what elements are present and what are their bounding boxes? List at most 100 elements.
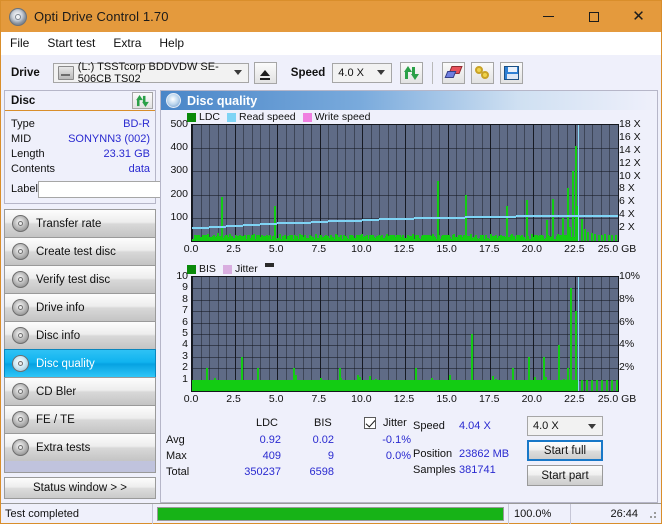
data-bar [231,380,233,391]
disc-row-type-value: BD-R [123,118,150,130]
status-window-button[interactable]: Status window > > [4,477,156,499]
data-bar [570,288,572,391]
data-bar [257,368,259,391]
sidebar-item-label: Verify test disc [36,274,110,286]
position-value: 23862 MB [459,448,509,460]
minimize-button[interactable] [526,1,571,32]
sidebar-item-verify-test-disc[interactable]: Verify test disc [4,265,156,293]
y-axis-tick: 500 [161,118,188,130]
eject-icon [260,70,270,76]
data-bar [287,380,289,391]
stats-row-label-max: Max [166,450,187,462]
start-part-button[interactable]: Start part [527,465,603,486]
start-full-button[interactable]: Start full [527,440,603,461]
y-axis-tick: 5 [161,327,188,339]
menu-item-start-test[interactable]: Start test [47,36,95,50]
data-bar [528,357,530,391]
read-speed-line [294,222,311,224]
right-axis-tick: 18 X [619,118,641,130]
right-axis-tick: 2% [619,361,634,373]
speed-select-value: 4.0 X [338,67,364,79]
save-button[interactable] [500,62,523,84]
gridline-vertical [584,125,585,241]
gridline-vertical [431,125,432,241]
data-bar [354,380,356,391]
bis-plot [191,276,619,392]
maximize-button[interactable] [571,1,616,32]
gridline-vertical [592,125,593,241]
toolbar-separator [432,62,433,84]
eject-button[interactable] [254,62,277,84]
jitter-label: Jitter [383,417,407,429]
stats-jitter-avg: -0.1% [351,434,411,446]
resize-grip[interactable] [646,508,658,520]
disc-panel-title: Disc [11,95,35,107]
gridline-horizontal [192,148,618,149]
data-bar [236,380,238,391]
menu-item-file[interactable]: File [10,36,29,50]
data-bar [295,375,297,391]
y-axis-tick: 100 [161,211,188,223]
stats-header-ldc: LDC [256,417,278,429]
data-bar [506,206,508,241]
menu-bar: File Start test Extra Help [1,32,661,55]
gridline-horizontal [192,334,618,335]
erase-button[interactable] [442,62,465,84]
test-speed-select[interactable]: 4.0 X [527,416,603,436]
gridline-horizontal [192,171,618,172]
data-bar [611,380,613,391]
close-icon: ✕ [632,10,645,24]
data-bar [308,380,310,391]
y-axis-tick: 10 [161,270,188,282]
data-bar [431,378,433,391]
gridline-vertical [235,125,236,241]
speed-label: Speed [291,67,326,79]
sidebar-item-create-test-disc[interactable]: Create test disc [4,237,156,265]
sidebar-item-disc-quality[interactable]: Disc quality [4,349,156,377]
sidebar-item-disc-info[interactable]: Disc info [4,321,156,349]
progress-bar [157,507,504,521]
panel-title: Disc quality [187,94,257,108]
data-bar [497,380,499,391]
gridline-vertical [448,125,449,241]
gridline-vertical [541,125,542,241]
gridline-vertical [320,125,321,241]
data-bar [563,379,565,391]
data-bar [512,368,514,391]
drive-icon [58,66,74,80]
disc-icon [12,271,29,288]
data-bar [581,219,583,241]
data-bar [214,378,216,391]
legend-swatch [227,113,236,122]
data-bar [436,380,438,391]
sidebar-item-drive-info[interactable]: Drive info [4,293,156,321]
speed-stat-label: Speed [413,420,445,432]
disc-row-mid-value: SONYNN3 (002) [68,133,150,145]
right-axis-tick: 6% [619,316,634,328]
disc-refresh-button[interactable] [132,92,153,109]
data-bar [553,380,555,391]
speed-select[interactable]: 4.0 X [332,63,392,83]
read-speed-line [533,215,550,217]
sidebar-item-extra-tests[interactable]: Extra tests [4,433,156,461]
close-button[interactable]: ✕ [616,1,661,32]
right-axis-tick: 10% [619,270,640,282]
drive-label: Drive [11,67,40,79]
menu-item-help[interactable]: Help [159,36,184,50]
read-speed-line [482,216,499,218]
refresh-drive-button[interactable] [400,62,423,84]
sidebar-item-fe-te[interactable]: FE / TE [4,405,156,433]
app-disc-icon [9,8,27,26]
sidebar-item-cd-bler[interactable]: CD Bler [4,377,156,405]
drive-select[interactable]: (L:) TSSTcorp BDDVDW SE-506CB TS02 [53,63,249,83]
tools-button[interactable] [471,62,494,84]
jitter-checkbox[interactable] [364,417,376,429]
window-controls: ✕ [526,1,661,32]
disc-icon [12,439,29,456]
sidebar-item-label: Extra tests [36,442,90,454]
data-bar [482,380,484,391]
data-bar [206,379,208,391]
menu-item-extra[interactable]: Extra [113,36,141,50]
sidebar-item-transfer-rate[interactable]: Transfer rate [4,209,156,237]
samples-label: Samples [413,464,456,476]
